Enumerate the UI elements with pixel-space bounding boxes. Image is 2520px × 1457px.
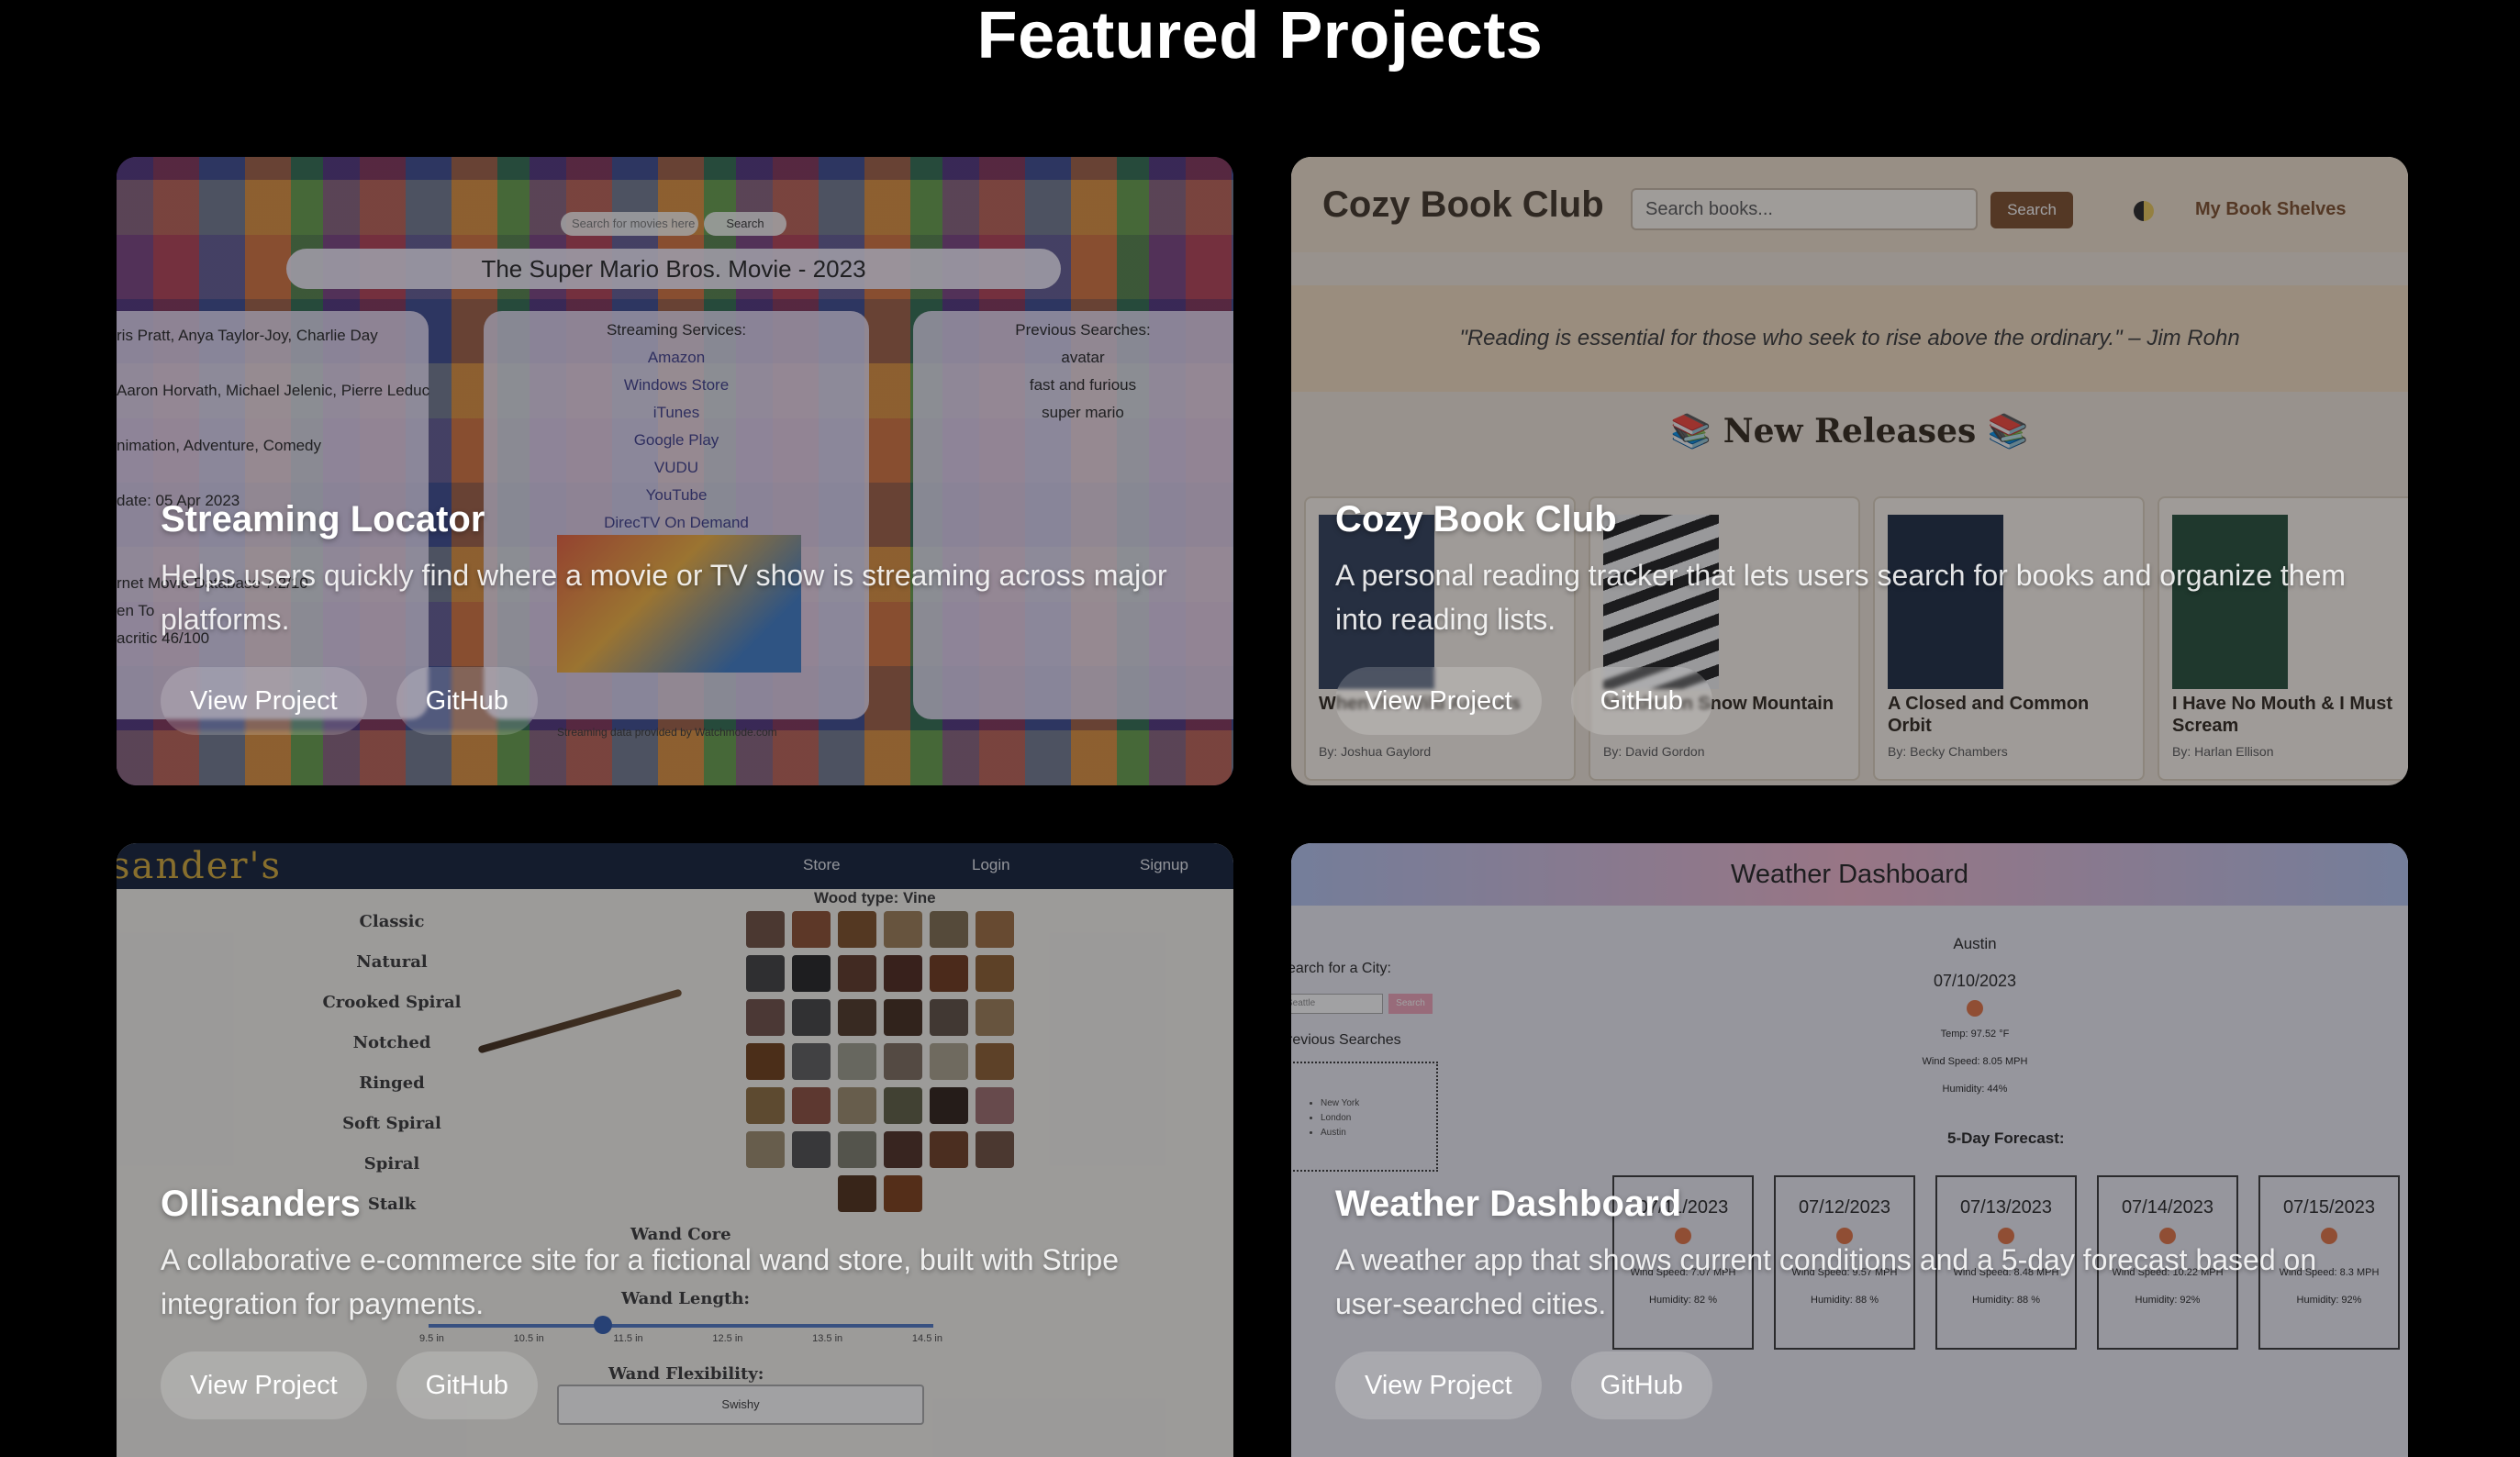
view-project-button[interactable]: View Project <box>1335 667 1542 735</box>
card-actions: View Project GitHub <box>1335 667 2364 735</box>
project-card-ollisanders: sander's Store Login Signup Wood type: V… <box>117 843 1233 1457</box>
project-card-cozy-book-club: Cozy Book Club Search books... Search My… <box>1291 157 2408 785</box>
project-title: Weather Dashboard <box>1335 1184 1682 1224</box>
github-button[interactable]: GitHub <box>1570 1351 1712 1419</box>
view-project-button[interactable]: View Project <box>161 1351 367 1419</box>
project-description: A weather app that shows current conditi… <box>1335 1243 2317 1320</box>
project-title: Cozy Book Club <box>1335 499 1617 539</box>
card-actions: View Project GitHub <box>1335 1351 2364 1419</box>
view-project-button[interactable]: View Project <box>1335 1351 1542 1419</box>
card-info: Cozy Book Club A personal reading tracke… <box>1335 496 2364 735</box>
card-actions: View Project GitHub <box>161 667 1189 735</box>
project-card-weather-dashboard: Weather Dashboard earch for a City: Seat… <box>1291 843 2408 1457</box>
card-actions: View Project GitHub <box>161 1351 1189 1419</box>
github-button[interactable]: GitHub <box>396 667 538 735</box>
project-description: A collaborative e-commerce site for a fi… <box>161 1243 1120 1320</box>
github-button[interactable]: GitHub <box>1570 667 1712 735</box>
project-title: Streaming Locator <box>161 499 485 539</box>
card-info: Weather Dashboard A weather app that sho… <box>1335 1181 2364 1419</box>
github-button[interactable]: GitHub <box>396 1351 538 1419</box>
section-title: Featured Projects <box>976 0 1544 72</box>
project-description: A personal reading tracker that lets use… <box>1335 559 2347 636</box>
card-info: Streaming Locator Helps users quickly fi… <box>161 496 1189 735</box>
project-description: Helps users quickly find where a movie o… <box>161 559 1167 636</box>
project-card-streaming-locator: Search for movies here Search The Super … <box>117 157 1233 785</box>
card-info: Ollisanders A collaborative e-commerce s… <box>161 1181 1189 1419</box>
project-title: Ollisanders <box>161 1184 361 1224</box>
view-project-button[interactable]: View Project <box>161 667 367 735</box>
